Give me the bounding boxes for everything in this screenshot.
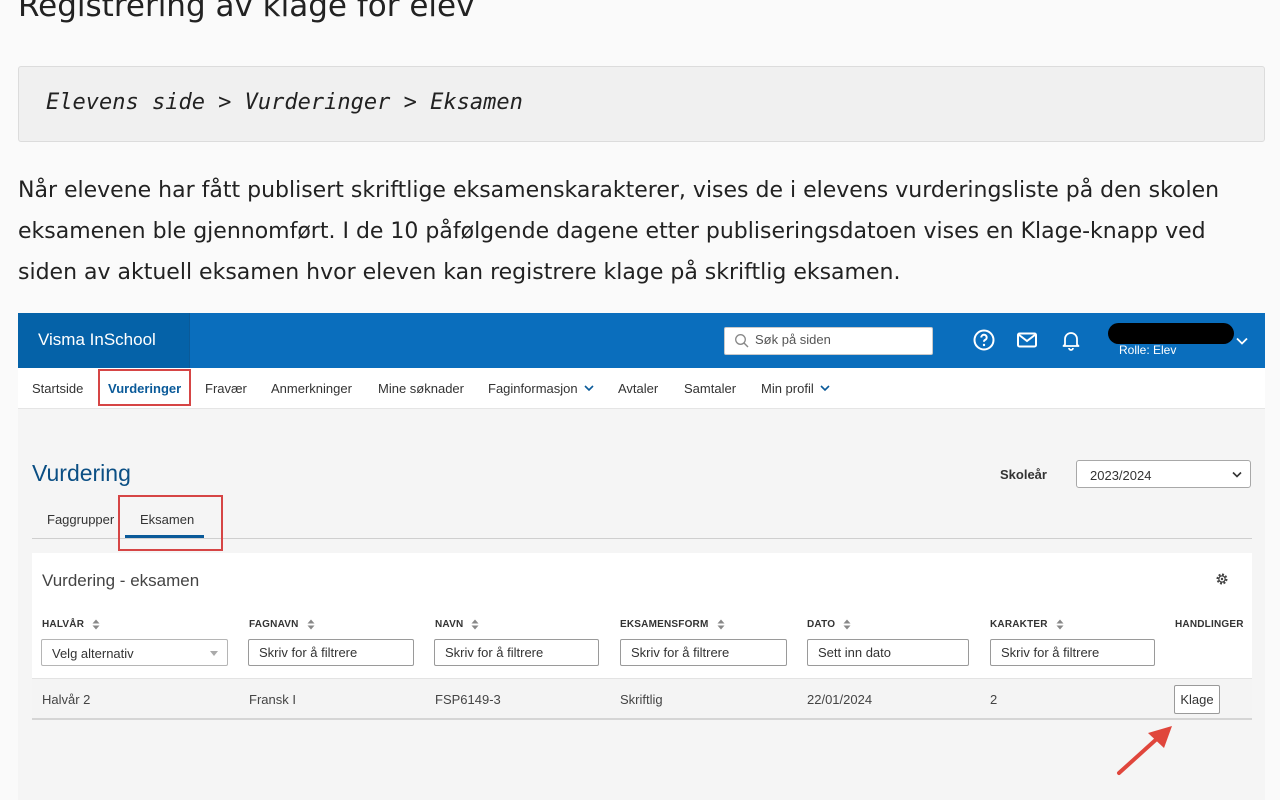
- chevron-down-icon: [820, 385, 830, 392]
- nav-item-mine-soknader[interactable]: Mine søknader: [378, 381, 464, 396]
- column-header-label: FAGNAVN: [249, 619, 299, 631]
- dato-filter-input[interactable]: [807, 639, 969, 666]
- app-screenshot: Visma InSchool Rolle: Elev Startside Vur…: [18, 313, 1265, 800]
- column-header-label: EKSAMENSFORM: [620, 619, 709, 631]
- sort-icon: [92, 619, 100, 630]
- column-header-eksamensform[interactable]: EKSAMENSFORM: [620, 619, 725, 630]
- column-header-halvar[interactable]: HALVÅR: [42, 619, 100, 630]
- sort-icon: [307, 619, 315, 630]
- search-input[interactable]: [755, 332, 925, 347]
- search-box[interactable]: [724, 327, 933, 355]
- panel-title: Vurdering - eksamen: [42, 571, 200, 590]
- bell-icon[interactable]: [1059, 328, 1083, 352]
- column-header-label: NAVN: [435, 619, 464, 631]
- column-header-label: KARAKTER: [990, 619, 1048, 631]
- doc-title: Registrering av klage for elev: [18, 0, 475, 24]
- exam-results-panel: Vurdering - eksamen HALVÅR FAGNAVN NAVN …: [32, 553, 1252, 720]
- cell-halvar: Halvår 2: [42, 692, 91, 707]
- sort-icon: [1056, 619, 1064, 630]
- tab-faggrupper[interactable]: Faggrupper: [47, 512, 114, 527]
- column-header-karakter[interactable]: KARAKTER: [990, 619, 1064, 630]
- chevron-down-icon: [584, 385, 594, 392]
- nav-item-anmerkninger[interactable]: Anmerkninger: [271, 381, 352, 396]
- gear-icon[interactable]: [1215, 572, 1229, 586]
- nav-item-faginformasjon[interactable]: Faginformasjon: [488, 381, 595, 396]
- eksamensform-filter-input[interactable]: [620, 639, 787, 666]
- cell-eksamensform: Skriftlig: [620, 692, 663, 707]
- chevron-down-icon[interactable]: [1234, 333, 1250, 349]
- doc-paragraph: Når elevene har fått publisert skriftlig…: [18, 178, 1220, 285]
- cell-karakter: 2: [990, 692, 998, 707]
- annotation-arrow-icon: [1117, 726, 1172, 775]
- column-header-label: HALVÅR: [42, 619, 85, 631]
- navigation-path-box: Elevens side > Vurderinger > Eksamen: [18, 66, 1265, 142]
- nav-item-avtaler[interactable]: Avtaler: [618, 381, 658, 396]
- user-name-redacted: [1108, 323, 1234, 344]
- search-icon: [735, 334, 749, 348]
- sort-icon: [471, 619, 479, 630]
- help-icon[interactable]: [972, 328, 996, 352]
- highlight-box-eksamen: [118, 495, 223, 551]
- table-row: Halvår 2 Fransk I FSP6149-3 Skriftlig 22…: [32, 678, 1252, 718]
- school-year-value: 2023/2024: [1090, 468, 1152, 483]
- nav-item-samtaler[interactable]: Samtaler: [684, 381, 736, 396]
- nav-item-fravaer[interactable]: Fravær: [205, 381, 247, 396]
- highlight-box-vurderinger: [98, 369, 191, 406]
- cell-dato: 22/01/2024: [807, 692, 873, 707]
- top-bar: Visma InSchool Rolle: Elev: [18, 313, 1265, 368]
- nav-item-min-profil[interactable]: Min profil: [761, 381, 831, 396]
- school-year-label: Skoleår: [1000, 467, 1047, 482]
- cell-navn: FSP6149-3: [435, 692, 501, 707]
- navn-filter-input[interactable]: [434, 639, 599, 666]
- brand-name: Visma InSchool: [38, 330, 156, 349]
- nav-item-min-profil-label: Min profil: [761, 381, 814, 396]
- brand[interactable]: Visma InSchool: [18, 313, 190, 368]
- column-header-handlinger: HANDLINGER: [1175, 619, 1244, 630]
- sort-icon: [843, 619, 851, 630]
- column-header-fagnavn[interactable]: FAGNAVN: [249, 619, 315, 630]
- fagnavn-filter-input[interactable]: [248, 639, 414, 666]
- caret-down-icon: [210, 651, 218, 656]
- nav-item-startside[interactable]: Startside: [32, 381, 83, 396]
- nav-item-faginformasjon-label: Faginformasjon: [488, 381, 578, 396]
- column-header-dato[interactable]: DATO: [807, 619, 851, 630]
- halvar-filter-value: Velg alternativ: [52, 646, 134, 661]
- user-role: Rolle: Elev: [1119, 343, 1177, 357]
- page-title: Vurdering: [32, 460, 131, 486]
- klage-button[interactable]: Klage: [1174, 685, 1220, 714]
- school-year-select[interactable]: 2023/2024: [1076, 460, 1251, 488]
- chevron-down-icon: [1232, 471, 1242, 478]
- main-nav: Startside Vurderinger Fravær Anmerkninge…: [18, 368, 1265, 409]
- navigation-path: Elevens side > Vurderinger > Eksamen: [46, 90, 523, 115]
- column-header-label: DATO: [807, 619, 836, 631]
- karakter-filter-input[interactable]: [990, 639, 1155, 666]
- halvar-filter-select[interactable]: Velg alternativ: [41, 639, 228, 666]
- column-header-navn[interactable]: NAVN: [435, 619, 479, 630]
- mail-icon[interactable]: [1015, 328, 1039, 352]
- cell-fagnavn: Fransk I: [249, 692, 296, 707]
- sort-icon: [717, 619, 725, 630]
